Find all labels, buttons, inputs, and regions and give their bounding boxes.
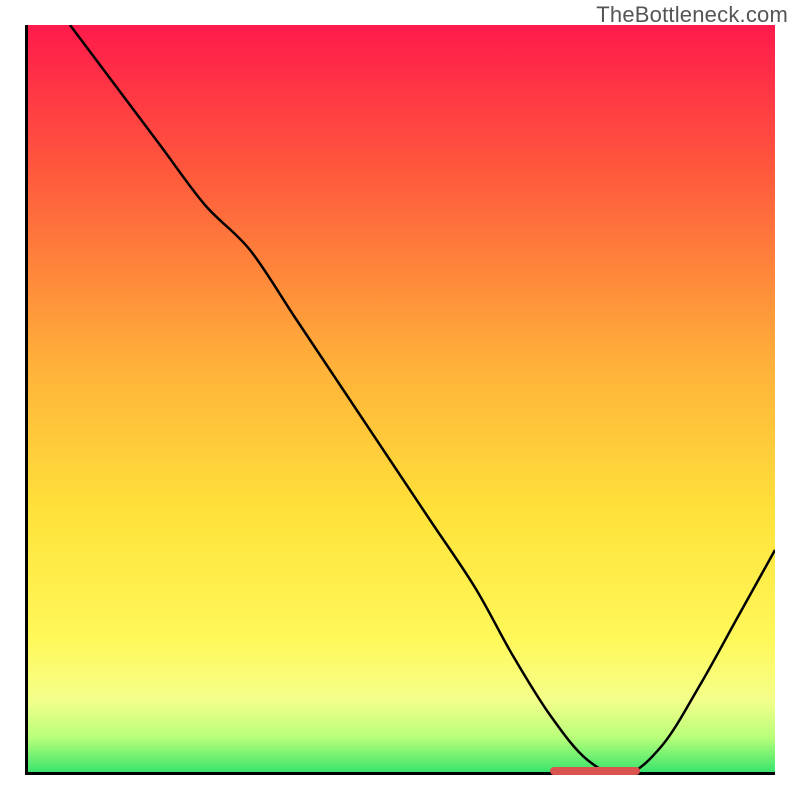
plot-area (25, 25, 775, 775)
curve-svg (25, 25, 775, 775)
chart-container: TheBottleneck.com (0, 0, 800, 800)
watermark-text: TheBottleneck.com (596, 2, 788, 28)
bottleneck-curve-path (70, 25, 775, 775)
minimum-marker (550, 767, 640, 775)
